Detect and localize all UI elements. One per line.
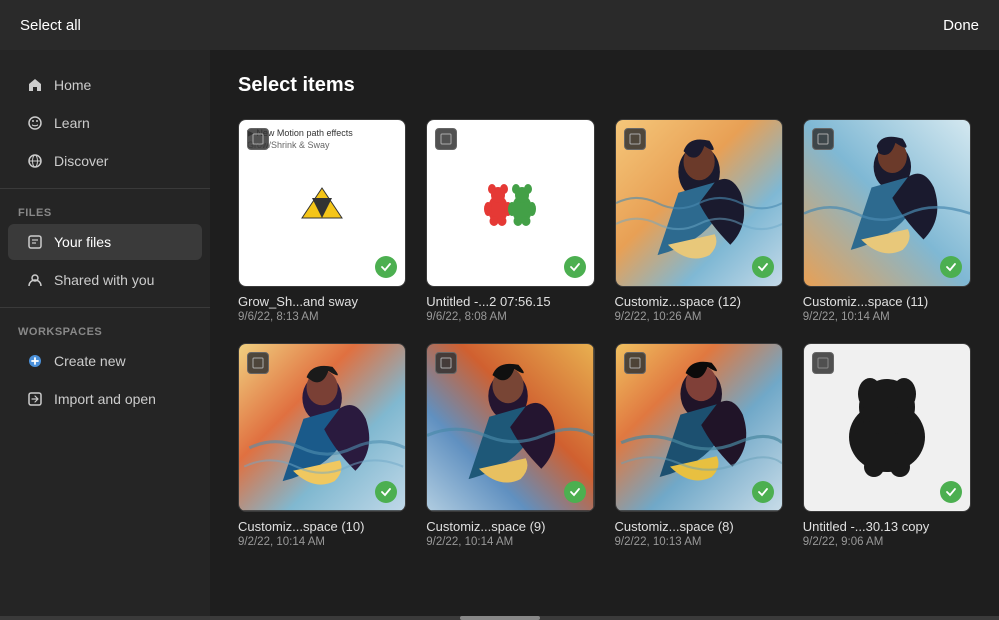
sidebar-home-label: Home: [54, 77, 91, 93]
import-icon: [26, 390, 44, 408]
page-title: Select items: [238, 74, 971, 97]
file-name-4: Customiz...space (11): [803, 294, 971, 309]
file-selected-badge-2: [564, 256, 586, 278]
your-files-icon: [26, 233, 44, 251]
file-item-8[interactable]: Untitled -...30.13 copy 9/2/22, 9:06 AM: [803, 343, 971, 547]
home-icon: [26, 76, 44, 94]
file-name-3: Customiz...space (12): [615, 294, 783, 309]
sidebar-divider-2: [0, 307, 210, 308]
file-thumb-4: [803, 119, 971, 287]
done-button[interactable]: Done: [943, 17, 979, 34]
select-all-button[interactable]: Select all: [20, 17, 81, 34]
file-selected-badge-3: [752, 256, 774, 278]
file-name-2: Untitled -...2 07:56.15: [426, 294, 594, 309]
file-name-7: Customiz...space (8): [615, 519, 783, 534]
file-item-1[interactable]: ▶ New Motion path effects Grow/Shrink & …: [238, 119, 406, 323]
file-date-7: 9/2/22, 10:13 AM: [615, 536, 783, 548]
file-date-8: 9/2/22, 9:06 AM: [803, 536, 971, 548]
file-selected-badge-6: [564, 481, 586, 503]
file-date-4: 9/2/22, 10:14 AM: [803, 311, 971, 323]
file-thumb-3: [615, 119, 783, 287]
sidebar-shared-label: Shared with you: [54, 272, 154, 288]
files-section-label: FILES: [0, 197, 210, 223]
file-item-4[interactable]: Customiz...space (11) 9/2/22, 10:14 AM: [803, 119, 971, 323]
sidebar-item-learn[interactable]: Learn: [8, 105, 202, 141]
file-thumb-8: [803, 343, 971, 511]
file-name-5: Customiz...space (10): [238, 519, 406, 534]
sidebar-item-discover[interactable]: Discover: [8, 143, 202, 179]
topbar: Select all Done: [0, 0, 999, 50]
file-thumb-7: [615, 343, 783, 511]
sidebar-your-files-label: Your files: [54, 234, 111, 250]
file-checkbox-4[interactable]: [812, 128, 834, 150]
sidebar-item-shared[interactable]: Shared with you: [8, 262, 202, 298]
sidebar-create-new-label: Create new: [54, 353, 126, 369]
discover-icon: [26, 152, 44, 170]
sidebar-item-create-new[interactable]: Create new: [8, 343, 202, 379]
file-thumb-2: [426, 119, 594, 287]
scroll-thumb[interactable]: [460, 616, 540, 620]
file-item-6[interactable]: Customiz...space (9) 9/2/22, 10:14 AM: [426, 343, 594, 547]
file-item-7[interactable]: Customiz...space (8) 9/2/22, 10:13 AM: [615, 343, 783, 547]
learn-icon: [26, 114, 44, 132]
file-thumb-5: [238, 343, 406, 511]
file-item-2[interactable]: Untitled -...2 07:56.15 9/6/22, 8:08 AM: [426, 119, 594, 323]
sidebar: Home Learn Discover: [0, 50, 210, 616]
file-checkbox-8[interactable]: [812, 352, 834, 374]
sidebar-item-home[interactable]: Home: [8, 67, 202, 103]
main-layout: Home Learn Discover: [0, 50, 999, 616]
sidebar-divider-1: [0, 188, 210, 189]
file-name-6: Customiz...space (9): [426, 519, 594, 534]
file-date-1: 9/6/22, 8:13 AM: [238, 311, 406, 323]
file-checkbox-3[interactable]: [624, 128, 646, 150]
file-thumb-6: [426, 343, 594, 511]
file-checkbox-6[interactable]: [435, 352, 457, 374]
file-date-3: 9/2/22, 10:26 AM: [615, 311, 783, 323]
sidebar-discover-label: Discover: [54, 153, 108, 169]
file-selected-badge-7: [752, 481, 774, 503]
file-date-2: 9/6/22, 8:08 AM: [426, 311, 594, 323]
file-date-5: 9/2/22, 10:14 AM: [238, 536, 406, 548]
file-item-3[interactable]: Customiz...space (12) 9/2/22, 10:26 AM: [615, 119, 783, 323]
workspaces-section-label: WORKSPACES: [0, 316, 210, 342]
file-item-5[interactable]: Customiz...space (10) 9/2/22, 10:14 AM: [238, 343, 406, 547]
file-date-6: 9/2/22, 10:14 AM: [426, 536, 594, 548]
sidebar-item-your-files[interactable]: Your files: [8, 224, 202, 260]
file-checkbox-2[interactable]: [435, 128, 457, 150]
file-name-8: Untitled -...30.13 copy: [803, 519, 971, 534]
sidebar-learn-label: Learn: [54, 115, 90, 131]
file-checkbox-7[interactable]: [624, 352, 646, 374]
content-area: Select items ▶ New Motion path effects G…: [210, 50, 999, 616]
create-new-icon: [26, 352, 44, 370]
sidebar-import-label: Import and open: [54, 391, 156, 407]
file-name-1: Grow_Sh...and sway: [238, 294, 406, 309]
file-selected-badge-5: [375, 481, 397, 503]
scroll-indicator: [0, 616, 999, 620]
file-checkbox-1[interactable]: [247, 128, 269, 150]
sidebar-item-import[interactable]: Import and open: [8, 381, 202, 417]
file-grid: ▶ New Motion path effects Grow/Shrink & …: [238, 119, 971, 548]
file-thumb-1: ▶ New Motion path effects Grow/Shrink & …: [238, 119, 406, 287]
shared-icon: [26, 271, 44, 289]
file-checkbox-5[interactable]: [247, 352, 269, 374]
file-selected-badge-8: [940, 481, 962, 503]
